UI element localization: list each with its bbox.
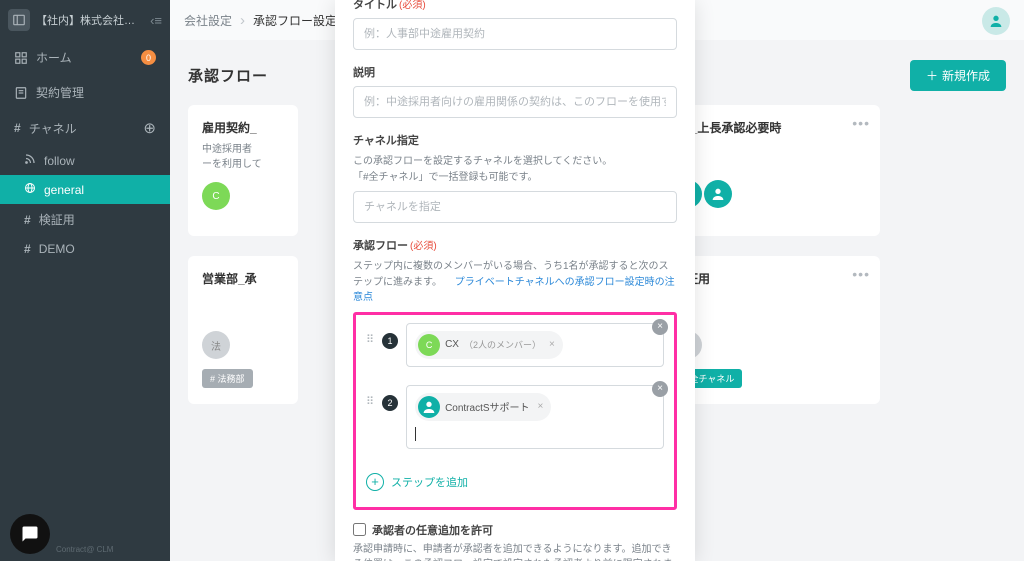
- field-label-flow: 承認フロー(必須): [353, 237, 677, 253]
- step-members-input[interactable]: ContractSサポート ×: [406, 385, 664, 449]
- channel-demo[interactable]: DEMO: [0, 235, 170, 263]
- step-remove-icon[interactable]: ×: [652, 319, 668, 335]
- step-remove-icon[interactable]: ×: [652, 381, 668, 397]
- card-desc: [674, 142, 866, 170]
- channel-verify[interactable]: 検証用: [0, 204, 170, 235]
- chevron-icon: [240, 12, 245, 29]
- nav-home-badge: 0: [141, 50, 156, 65]
- new-flow-button[interactable]: ＋ 新規作成: [910, 60, 1006, 91]
- allow-add-approver-checkbox[interactable]: [353, 523, 366, 536]
- chip-remove-icon[interactable]: ×: [549, 339, 555, 350]
- globe-icon: [24, 182, 36, 197]
- drag-handle-icon[interactable]: ⠿: [366, 385, 374, 408]
- field-label-title: タイトル(必須): [353, 0, 677, 12]
- card-title: 雇用契約_: [202, 119, 284, 136]
- flow-help: ステップ内に複数のメンバーがいる場合、うち1名が承認すると次のステップに進みます…: [353, 259, 677, 306]
- add-step-button[interactable]: + ステップを追加: [366, 467, 664, 497]
- brand-title: 【社内】株式会社…: [36, 12, 144, 28]
- nav-home[interactable]: ホーム 0: [0, 40, 170, 75]
- flow-step-2: ⠿ 2 ContractSサポート × ×: [366, 385, 664, 449]
- sidebar-footer: Contract@ CLM: [10, 514, 113, 554]
- card-title: CX_上長承認必要時: [674, 119, 866, 136]
- field-label-desc: 説明: [353, 64, 677, 80]
- chip-name: CX: [445, 339, 459, 350]
- add-channel-icon[interactable]: ⊕: [143, 119, 156, 137]
- breadcrumb-1[interactable]: 会社設定: [184, 12, 232, 29]
- field-label-channel: チャネル指定: [353, 132, 677, 148]
- title-input[interactable]: [353, 18, 677, 50]
- nav-contracts-label: 契約管理: [36, 84, 84, 101]
- chip-sub: （2人のメンバー）: [464, 338, 541, 351]
- intercom-button[interactable]: [10, 514, 50, 554]
- desc-input[interactable]: [353, 86, 677, 118]
- contracts-icon: [14, 86, 28, 100]
- user-avatar[interactable]: [982, 7, 1010, 35]
- brand-row: 【社内】株式会社… ‹≡: [0, 0, 170, 40]
- hash-icon: [24, 242, 31, 256]
- nav-contracts[interactable]: 契約管理: [0, 75, 170, 110]
- card-more-icon[interactable]: •••: [852, 115, 870, 131]
- nav-channels-head: チャネル ⊕: [0, 110, 170, 146]
- channel-follow[interactable]: follow: [0, 146, 170, 175]
- flow-steps-frame: ⠿ 1 C CX （2人のメンバー） × × ⠿ 2 ContractSサポート…: [353, 312, 677, 510]
- member-chip: C CX （2人のメンバー） ×: [415, 331, 563, 359]
- flow-card[interactable]: 営業部_承 法 # 法務部: [188, 256, 298, 404]
- channel-input[interactable]: [353, 191, 677, 223]
- new-flow-label: 新規作成: [942, 67, 990, 84]
- avatar-icon: 法: [202, 331, 230, 359]
- hash-icon: [24, 213, 31, 227]
- channel-label: 検証用: [39, 211, 75, 228]
- card-desc: 中途採用者ーを利用して: [202, 142, 284, 172]
- channel-label: DEMO: [39, 242, 75, 256]
- allow-help: 承認申請時に、申請者が承認者を追加できるようになります。追加できる位置は、この承…: [353, 542, 677, 561]
- home-icon: [14, 51, 28, 65]
- channel-label: follow: [44, 154, 75, 168]
- flow-step-1: ⠿ 1 C CX （2人のメンバー） × ×: [366, 323, 664, 367]
- sidebar-collapse-icon[interactable]: ‹≡: [150, 13, 162, 28]
- chip-avatar-icon: [418, 396, 440, 418]
- hash-icon: [14, 121, 21, 135]
- card-title: 検証用: [674, 270, 866, 287]
- step-members-input[interactable]: C CX （2人のメンバー） ×: [406, 323, 664, 367]
- plus-icon: ＋: [926, 67, 938, 84]
- breadcrumb-2[interactable]: 承認フロー設定: [253, 12, 337, 29]
- drag-handle-icon[interactable]: ⠿: [366, 323, 374, 346]
- flow-edit-modal: タイトル(必須) 説明 チャネル指定 この承認フローを設定するチャネルを選択して…: [335, 0, 695, 561]
- chip-avatar-icon: C: [418, 334, 440, 356]
- channel-help: この承認フローを設定するチャネルを選択してください。 「#全チャネル」で一括登録…: [353, 154, 677, 185]
- channel-label: general: [44, 183, 84, 197]
- step-number: 2: [382, 395, 398, 411]
- page-title: 承認フロー: [188, 65, 268, 86]
- chip-name: ContractSサポート: [445, 399, 529, 414]
- rss-icon: [24, 153, 36, 168]
- avatar-icon: [704, 180, 732, 208]
- channel-general[interactable]: general: [0, 175, 170, 204]
- member-chip: ContractSサポート ×: [415, 393, 551, 421]
- flow-card[interactable]: 雇用契約_ 中途採用者ーを利用して C: [188, 105, 298, 236]
- allow-add-approver-label: 承認者の任意追加を許可: [372, 522, 493, 538]
- channel-tag: # 法務部: [202, 369, 253, 388]
- card-title: 営業部_承: [202, 270, 284, 287]
- powered-by: Contract@ CLM: [56, 545, 113, 554]
- nav-home-label: ホーム: [36, 49, 72, 66]
- nav-channels-label: チャネル: [29, 120, 77, 137]
- chip-remove-icon[interactable]: ×: [538, 401, 544, 412]
- allow-add-approver-row[interactable]: 承認者の任意追加を許可: [353, 522, 677, 538]
- add-step-label: ステップを追加: [391, 474, 468, 490]
- sidebar: 【社内】株式会社… ‹≡ ホーム 0 契約管理 チャネル ⊕ follow ge…: [0, 0, 170, 561]
- step-number: 1: [382, 333, 398, 349]
- text-cursor: [415, 427, 416, 441]
- card-more-icon[interactable]: •••: [852, 266, 870, 282]
- brand-logo-icon: [8, 9, 30, 31]
- avatar-icon: C: [202, 182, 230, 210]
- plus-circle-icon: +: [366, 473, 384, 491]
